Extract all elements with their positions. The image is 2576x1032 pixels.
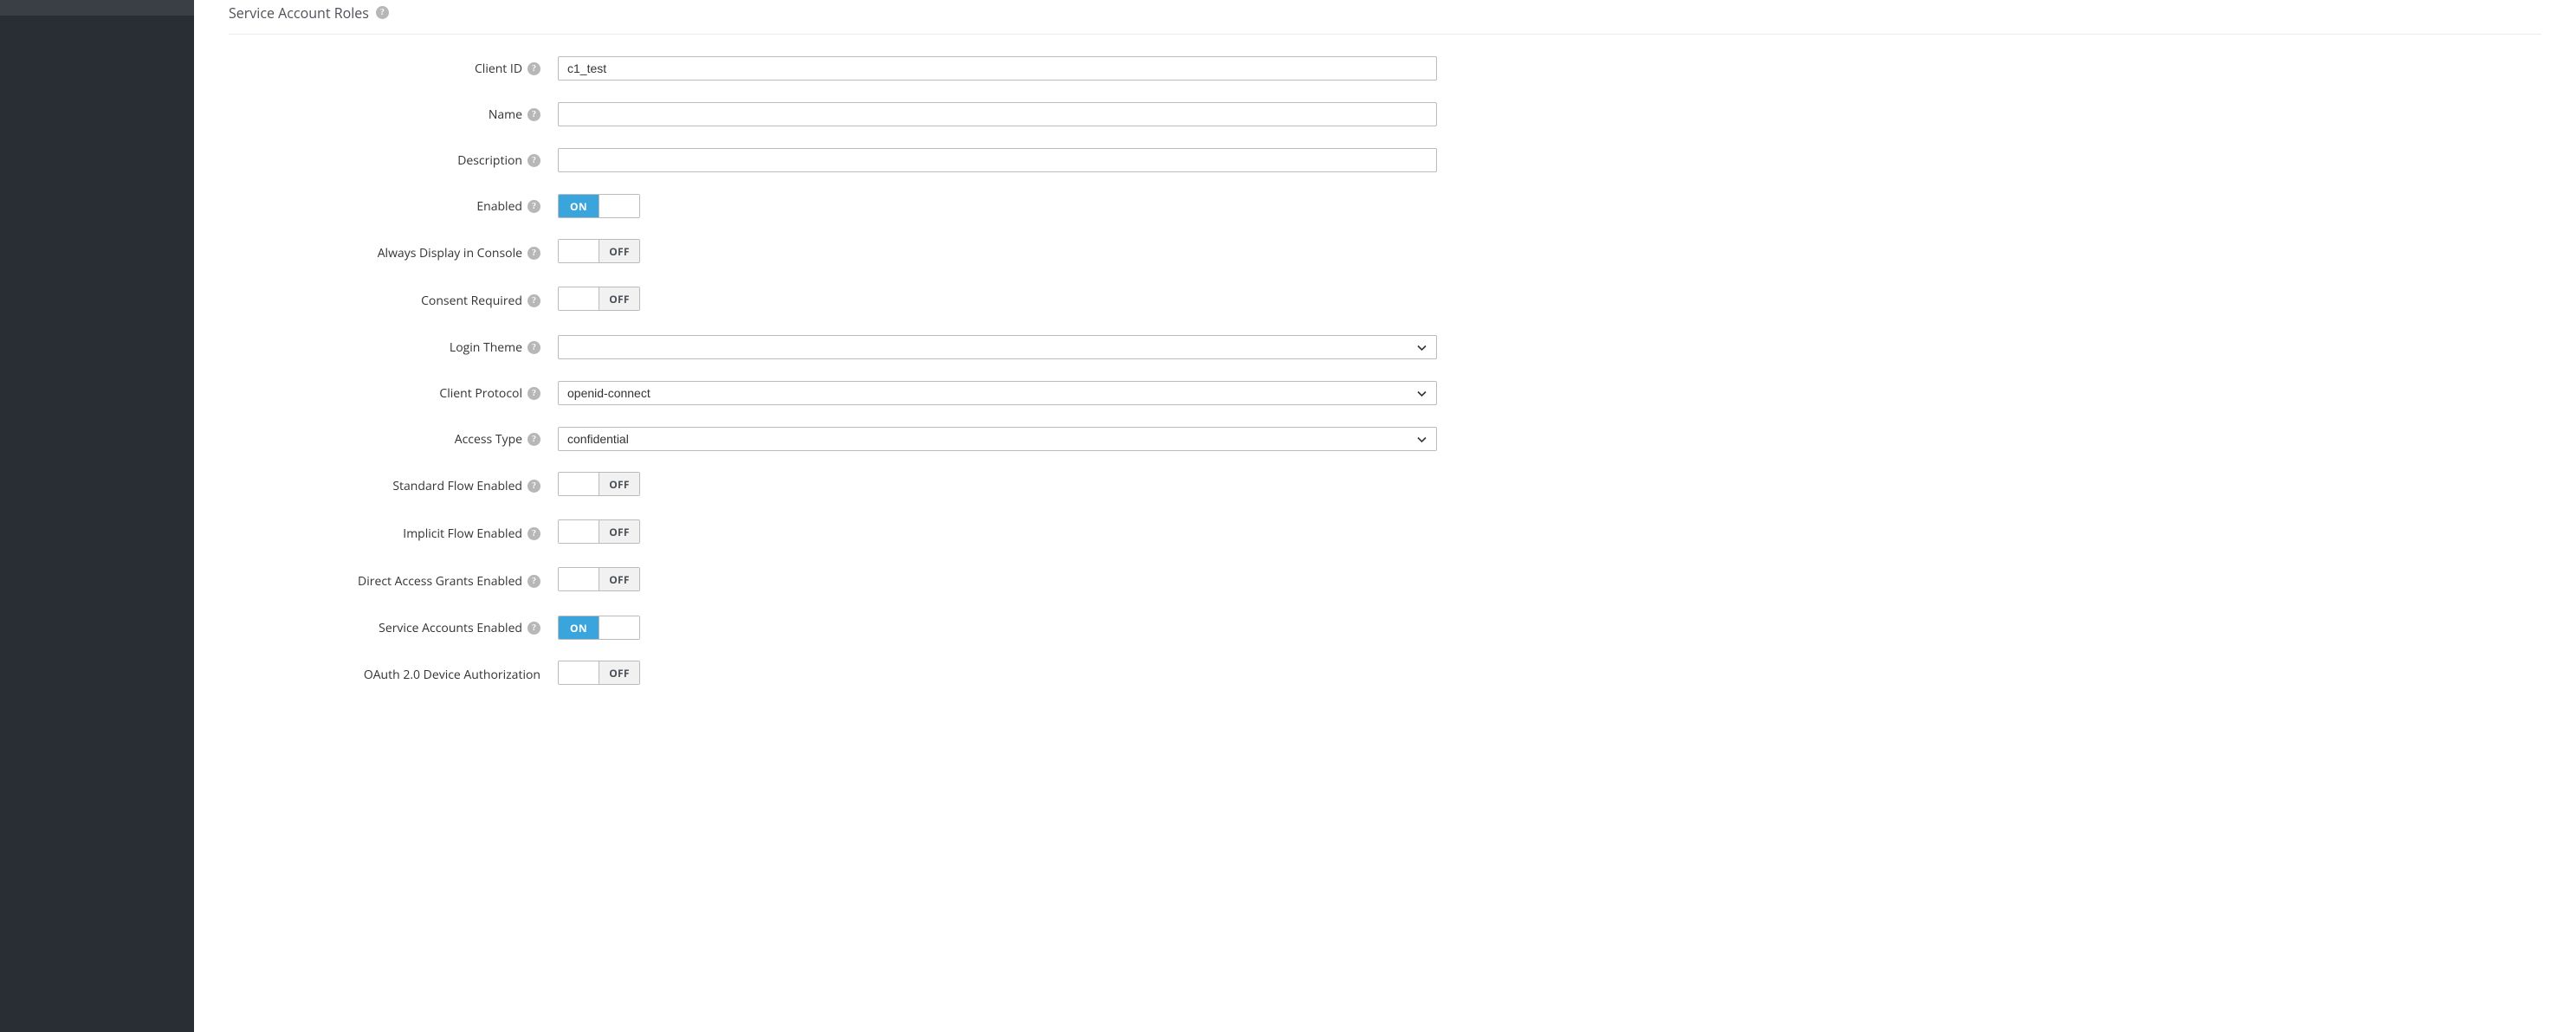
label-name: Name ?	[229, 106, 558, 123]
login-theme-select[interactable]	[558, 335, 1437, 359]
label-text: Enabled	[476, 198, 522, 215]
label-text: Consent Required	[421, 293, 522, 309]
row-login-theme: Login Theme ?	[229, 334, 2541, 360]
tab-title-text: Service Account Roles	[229, 6, 369, 20]
label-text: Always Display in Console	[378, 245, 522, 261]
label-consent-required: Consent Required ?	[229, 293, 558, 309]
label-text: Description	[457, 152, 522, 169]
row-always-display: Always Display in Console ? OFF	[229, 239, 2541, 267]
toggle-on-label	[559, 520, 599, 543]
row-consent-required: Consent Required ? OFF	[229, 287, 2541, 314]
label-text: Direct Access Grants Enabled	[358, 573, 522, 590]
row-standard-flow: Standard Flow Enabled ? OFF	[229, 472, 2541, 500]
toggle-on-label: ON	[559, 195, 599, 217]
toggle-off-label: OFF	[599, 240, 639, 262]
label-client-id: Client ID ?	[229, 61, 558, 77]
row-description: Description ?	[229, 147, 2541, 173]
label-always-display: Always Display in Console ?	[229, 245, 558, 261]
help-icon[interactable]: ?	[527, 154, 540, 167]
help-icon[interactable]: ?	[527, 527, 540, 540]
toggle-on-label	[559, 568, 599, 590]
toggle-off-label	[599, 195, 639, 217]
enabled-toggle[interactable]: ON	[558, 194, 640, 218]
help-icon[interactable]: ?	[527, 108, 540, 121]
help-icon[interactable]: ?	[527, 575, 540, 588]
client-settings-form: Client ID ? Name ? Description ?	[229, 35, 2541, 688]
label-text: Standard Flow Enabled	[392, 478, 522, 494]
row-client-protocol: Client Protocol ? openid-connect	[229, 380, 2541, 406]
help-icon[interactable]: ?	[527, 200, 540, 213]
service-accounts-toggle[interactable]: ON	[558, 616, 640, 640]
standard-flow-toggle[interactable]: OFF	[558, 472, 640, 496]
toggle-off-label: OFF	[599, 473, 639, 495]
row-oauth2-device: OAuth 2.0 Device Authorization OFF	[229, 661, 2541, 688]
access-type-select[interactable]: confidential	[558, 427, 1437, 451]
client-protocol-select[interactable]: openid-connect	[558, 381, 1437, 405]
row-name: Name ?	[229, 101, 2541, 127]
toggle-on-label	[559, 661, 599, 684]
consent-required-toggle[interactable]: OFF	[558, 287, 640, 311]
help-icon[interactable]: ?	[527, 62, 540, 75]
label-text: Service Accounts Enabled	[379, 620, 522, 636]
label-access-type: Access Type ?	[229, 431, 558, 448]
help-icon[interactable]: ?	[527, 480, 540, 493]
row-service-accounts: Service Accounts Enabled ? ON	[229, 615, 2541, 641]
row-direct-access: Direct Access Grants Enabled ? OFF	[229, 567, 2541, 595]
toggle-off-label: OFF	[599, 568, 639, 590]
help-icon[interactable]: ?	[376, 6, 389, 19]
help-icon[interactable]: ?	[527, 341, 540, 354]
tab-title[interactable]: Service Account Roles ?	[229, 6, 389, 29]
label-text: Access Type	[455, 431, 522, 448]
help-icon[interactable]: ?	[527, 387, 540, 400]
tab-header: Service Account Roles ?	[229, 0, 2541, 35]
label-login-theme: Login Theme ?	[229, 339, 558, 356]
label-client-protocol: Client Protocol ?	[229, 385, 558, 402]
label-implicit-flow: Implicit Flow Enabled ?	[229, 526, 558, 542]
oauth2-device-toggle[interactable]: OFF	[558, 661, 640, 685]
label-enabled: Enabled ?	[229, 198, 558, 215]
toggle-off-label	[599, 616, 639, 639]
label-text: Client Protocol	[439, 385, 522, 402]
sidebar-top-strip	[0, 0, 194, 16]
help-icon[interactable]: ?	[527, 433, 540, 446]
label-direct-access: Direct Access Grants Enabled ?	[229, 573, 558, 590]
label-text: Name	[489, 106, 522, 123]
toggle-off-label: OFF	[599, 520, 639, 543]
sidebar	[0, 0, 194, 1032]
label-oauth2-device: OAuth 2.0 Device Authorization	[229, 667, 558, 683]
implicit-flow-toggle[interactable]: OFF	[558, 519, 640, 544]
label-service-accounts: Service Accounts Enabled ?	[229, 620, 558, 636]
toggle-on-label	[559, 473, 599, 495]
name-input[interactable]	[558, 102, 1437, 126]
row-enabled: Enabled ? ON	[229, 193, 2541, 219]
label-text: Login Theme	[450, 339, 522, 356]
label-text: Client ID	[475, 61, 522, 77]
help-icon[interactable]: ?	[527, 294, 540, 307]
toggle-off-label: OFF	[599, 661, 639, 684]
label-text: OAuth 2.0 Device Authorization	[364, 667, 540, 683]
client-id-input[interactable]	[558, 56, 1437, 81]
row-client-id: Client ID ?	[229, 55, 2541, 81]
label-text: Implicit Flow Enabled	[403, 526, 522, 542]
toggle-off-label: OFF	[599, 287, 639, 310]
toggle-on-label: ON	[559, 616, 599, 639]
main-content: Service Account Roles ? Client ID ? Name…	[194, 0, 2576, 1032]
toggle-on-label	[559, 287, 599, 310]
help-icon[interactable]: ?	[527, 247, 540, 260]
row-access-type: Access Type ? confidential	[229, 426, 2541, 452]
label-description: Description ?	[229, 152, 558, 169]
always-display-toggle[interactable]: OFF	[558, 239, 640, 263]
label-standard-flow: Standard Flow Enabled ?	[229, 478, 558, 494]
description-input[interactable]	[558, 148, 1437, 172]
row-implicit-flow: Implicit Flow Enabled ? OFF	[229, 519, 2541, 547]
help-icon[interactable]: ?	[527, 622, 540, 635]
toggle-on-label	[559, 240, 599, 262]
direct-access-toggle[interactable]: OFF	[558, 567, 640, 591]
